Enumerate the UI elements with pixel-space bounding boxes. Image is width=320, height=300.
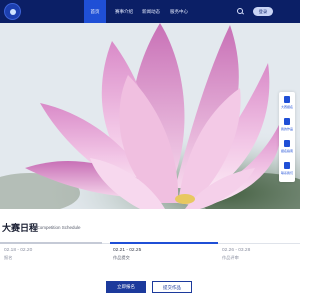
login-button[interactable]: 登录	[253, 7, 273, 16]
phase-name: 报名	[4, 255, 13, 260]
side-tool-label: 联系我们	[280, 171, 293, 175]
register-icon	[284, 96, 290, 103]
timeline-segment-active	[110, 242, 218, 244]
schedule-title: 大赛日程	[2, 223, 39, 233]
page: 首页 赛事介绍 新闻动态 服务中心 登录 大赛报名 我的作品 报名指南 联系我们…	[0, 0, 300, 300]
register-now-button[interactable]: 立即报名	[106, 281, 146, 293]
side-tool-label: 报名指南	[280, 149, 293, 153]
phase-date: 02.26 - 03.28	[222, 248, 251, 253]
side-tool-works[interactable]: 我的作品	[279, 114, 295, 136]
nav-item-home[interactable]: 首页	[84, 0, 106, 23]
side-tool-label: 我的作品	[280, 127, 293, 131]
side-tool-contact[interactable]: 联系我们	[279, 158, 295, 180]
submit-work-button[interactable]: 提交作品	[152, 281, 192, 293]
phase-date: 02.18 - 02.20	[4, 248, 33, 253]
site-logo[interactable]	[5, 4, 20, 19]
hero-banner	[0, 23, 300, 209]
top-nav: 首页 赛事介绍 新闻动态 服务中心 登录	[0, 0, 300, 23]
schedule-subtitle: / Competition Schedule	[34, 225, 81, 230]
side-tool-guide[interactable]: 报名指南	[279, 136, 295, 158]
side-tool-register[interactable]: 大赛报名	[279, 92, 295, 114]
document-icon	[284, 118, 290, 125]
search-icon[interactable]	[237, 8, 243, 14]
side-toolbar: 大赛报名 我的作品 报名指南 联系我们	[279, 92, 295, 182]
nav-item-service[interactable]: 服务中心	[167, 0, 191, 23]
logo-mark	[9, 8, 16, 15]
side-tool-label: 大赛报名	[280, 105, 293, 109]
nav-item-news[interactable]: 新闻动态	[140, 0, 162, 23]
guide-icon	[284, 140, 290, 147]
lotus-image	[0, 23, 300, 209]
contact-icon	[284, 162, 290, 169]
phase-name: 作品评审	[222, 255, 239, 260]
timeline-segment-done	[0, 242, 102, 244]
phase-name: 作品提交	[113, 255, 130, 260]
phase-date: 02.21 - 02.25	[113, 248, 142, 253]
nav-item-intro[interactable]: 赛事介绍	[112, 0, 136, 23]
